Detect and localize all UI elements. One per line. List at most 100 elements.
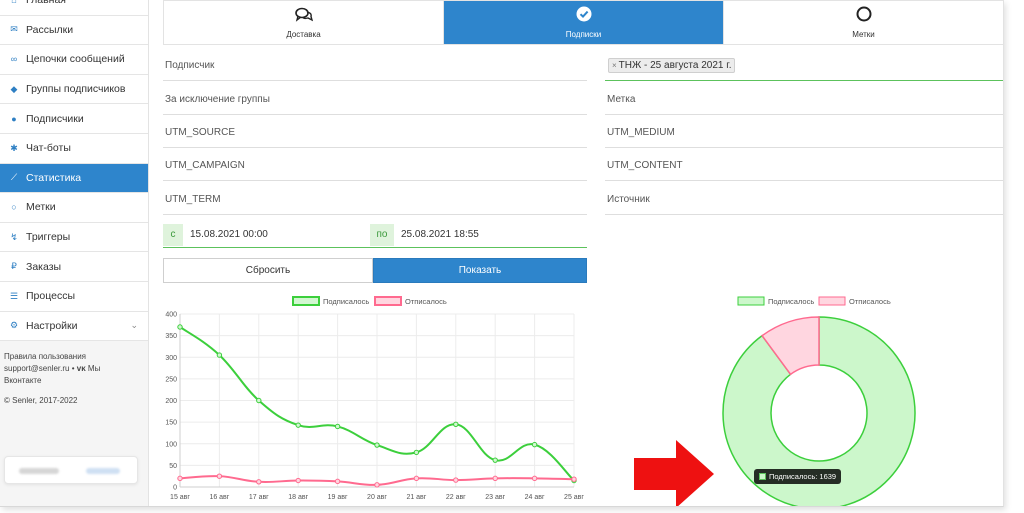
sidebar-item-2[interactable]: ∞ Цепочки сообщений bbox=[0, 45, 148, 75]
legend-label[interactable]: Подписалось bbox=[768, 297, 814, 306]
utm-source-placeholder: UTM_SOURCE bbox=[165, 127, 236, 138]
sidebar-item-0[interactable]: ⌂ Главная bbox=[0, 0, 148, 16]
terms-link[interactable]: Правила пользования bbox=[4, 351, 144, 363]
utm-medium-field[interactable]: UTM_MEDIUM bbox=[605, 118, 1003, 148]
users-icon: ● bbox=[11, 113, 17, 124]
data-point[interactable] bbox=[295, 477, 301, 484]
utm-content-field[interactable]: UTM_CONTENT bbox=[605, 151, 1003, 181]
vk-link[interactable]: Мы bbox=[88, 364, 100, 373]
legend-label[interactable]: Отписалось bbox=[849, 297, 891, 306]
sidebar-item-label: Подписчики bbox=[26, 112, 84, 125]
sidebar-item-3[interactable]: ◆ Группы подписчиков bbox=[0, 74, 148, 105]
y-tick-label: 100 bbox=[165, 441, 177, 448]
line-chart: 0 50 100 150 200 250 300 350 400 15 авг 16 авг 17 а… bbox=[165, 296, 584, 501]
sidebar-item-11[interactable]: ⚙ Настройки ⌄ bbox=[0, 311, 148, 342]
tag-placeholder: Метка bbox=[607, 94, 636, 105]
x-tick-label: 21 авг bbox=[406, 494, 426, 501]
y-tick-label: 350 bbox=[165, 333, 177, 340]
legend-swatch[interactable] bbox=[737, 296, 765, 306]
x-tick-label: 20 авг bbox=[367, 494, 387, 501]
sidebar-item-6[interactable]: ⟋ Статистика bbox=[0, 163, 148, 194]
sidebar: ⌂ Главная ✉ Рассылки ∞ Цепочки сообщений ◆ Груп… bbox=[0, 0, 149, 506]
data-point[interactable] bbox=[453, 477, 459, 483]
sidebar-item-5[interactable]: ✱ Чат-боты bbox=[0, 133, 148, 164]
app-window: ⌂ Главная ✉ Рассылки ∞ Цепочки сообщений ◆ Груп… bbox=[0, 0, 1004, 507]
legend-swatch[interactable] bbox=[374, 296, 402, 306]
tab-delivery[interactable]: Доставка bbox=[164, 1, 443, 44]
legend-swatch[interactable] bbox=[818, 296, 846, 306]
data-point[interactable] bbox=[334, 478, 341, 485]
data-point[interactable] bbox=[334, 423, 341, 430]
y-tick-label: 300 bbox=[165, 355, 177, 362]
group-select[interactable]: × ТНЖ - 25 августа 2021 г. bbox=[605, 51, 1003, 81]
data-point[interactable] bbox=[374, 442, 380, 448]
data-point[interactable] bbox=[374, 482, 380, 488]
data-point[interactable] bbox=[453, 421, 459, 427]
sidebar-item-1[interactable]: ✉ Рассылки bbox=[0, 15, 148, 46]
blurred-widget[interactable] bbox=[4, 456, 138, 484]
report-tabs: Доставка Подписки Метки bbox=[163, 0, 1003, 45]
check-circle-icon bbox=[576, 6, 592, 26]
sidebar-item-label: Рассылки bbox=[26, 23, 74, 36]
tag-field[interactable]: Метка bbox=[605, 85, 1003, 115]
tags-icon: ◆ bbox=[10, 83, 18, 94]
legend-label[interactable]: Подписалось bbox=[323, 297, 369, 306]
y-tick-label: 250 bbox=[165, 376, 177, 383]
utm-source-field[interactable]: UTM_SOURCE bbox=[163, 118, 587, 148]
data-point[interactable] bbox=[492, 475, 498, 482]
utm-term-placeholder: UTM_TERM bbox=[165, 194, 221, 205]
utm-campaign-field[interactable]: UTM_CAMPAIGN bbox=[163, 151, 587, 181]
reset-button[interactable]: Сбросить bbox=[163, 258, 373, 283]
data-point[interactable] bbox=[216, 473, 223, 479]
y-tick-label: 0 bbox=[173, 485, 177, 492]
show-button[interactable]: Показать bbox=[373, 258, 587, 283]
tab-tags[interactable]: Метки bbox=[723, 1, 1003, 44]
data-point[interactable] bbox=[492, 457, 498, 463]
y-tick-label: 50 bbox=[169, 463, 177, 470]
sidebar-item-10[interactable]: ☰ Процессы bbox=[0, 281, 148, 312]
source-field[interactable]: Источник bbox=[605, 185, 1003, 215]
legend-label[interactable]: Отписалось bbox=[405, 297, 447, 306]
data-point[interactable] bbox=[256, 479, 262, 485]
tab-subscriptions[interactable]: Подписки bbox=[443, 1, 723, 44]
data-point[interactable] bbox=[531, 441, 538, 448]
bolt-icon: ↯ bbox=[10, 231, 18, 242]
data-point[interactable] bbox=[177, 475, 183, 482]
data-point[interactable] bbox=[295, 422, 301, 428]
data-point[interactable] bbox=[531, 475, 538, 482]
x-tick-label: 24 авг bbox=[525, 494, 545, 501]
data-point[interactable] bbox=[216, 352, 223, 358]
group-chip-label: ТНЖ - 25 августа 2021 г. bbox=[618, 60, 732, 71]
x-tick-label: 25 авг bbox=[564, 494, 584, 501]
vk-link-cont[interactable]: Вконтакте bbox=[4, 375, 144, 387]
chart-tooltip: Подписалось: 1639 bbox=[754, 469, 842, 484]
sidebar-item-9[interactable]: ₽ Заказы bbox=[0, 252, 148, 282]
subscriber-field[interactable]: Подписчик bbox=[163, 51, 587, 81]
sidebar-nav: ⌂ Главная ✉ Рассылки ∞ Цепочки сообщений ◆ Груп… bbox=[0, 0, 148, 342]
data-point[interactable] bbox=[413, 475, 420, 482]
support-email-link[interactable]: support@senler.ru bbox=[4, 364, 70, 373]
gear-icon: ⚙ bbox=[9, 320, 19, 331]
data-point[interactable] bbox=[413, 449, 420, 456]
group-chip[interactable]: × ТНЖ - 25 августа 2021 г. bbox=[608, 58, 736, 73]
x-tick-label: 15 авг bbox=[170, 494, 190, 501]
x-tick-label: 19 авг bbox=[328, 494, 348, 501]
exclude-group-field[interactable]: За исключение группы bbox=[163, 85, 587, 115]
date-to-field[interactable]: по 25.08.2021 18:55 bbox=[370, 222, 587, 248]
date-to-value: 25.08.2021 18:55 bbox=[401, 229, 479, 240]
data-point[interactable] bbox=[177, 324, 183, 330]
vk-icon: ᴠᴋ bbox=[76, 364, 86, 374]
utm-term-field[interactable]: UTM_TERM bbox=[163, 185, 587, 215]
legend-swatch[interactable] bbox=[292, 296, 320, 306]
data-point[interactable] bbox=[571, 476, 577, 482]
link-icon: ∞ bbox=[10, 54, 18, 65]
sidebar-item-4[interactable]: ● Подписчики bbox=[0, 104, 148, 134]
sidebar-item-label: Заказы bbox=[26, 260, 62, 273]
sidebar-item-8[interactable]: ↯ Триггеры bbox=[0, 222, 148, 253]
sidebar-item-7[interactable]: ○ Метки bbox=[0, 193, 148, 223]
data-point[interactable] bbox=[256, 397, 262, 404]
date-from-field[interactable]: с 15.08.2021 00:00 bbox=[163, 222, 370, 248]
home-icon: ⌂ bbox=[11, 0, 17, 6]
remove-chip-icon[interactable]: × bbox=[612, 61, 617, 70]
x-tick-label: 17 авг bbox=[249, 494, 269, 501]
